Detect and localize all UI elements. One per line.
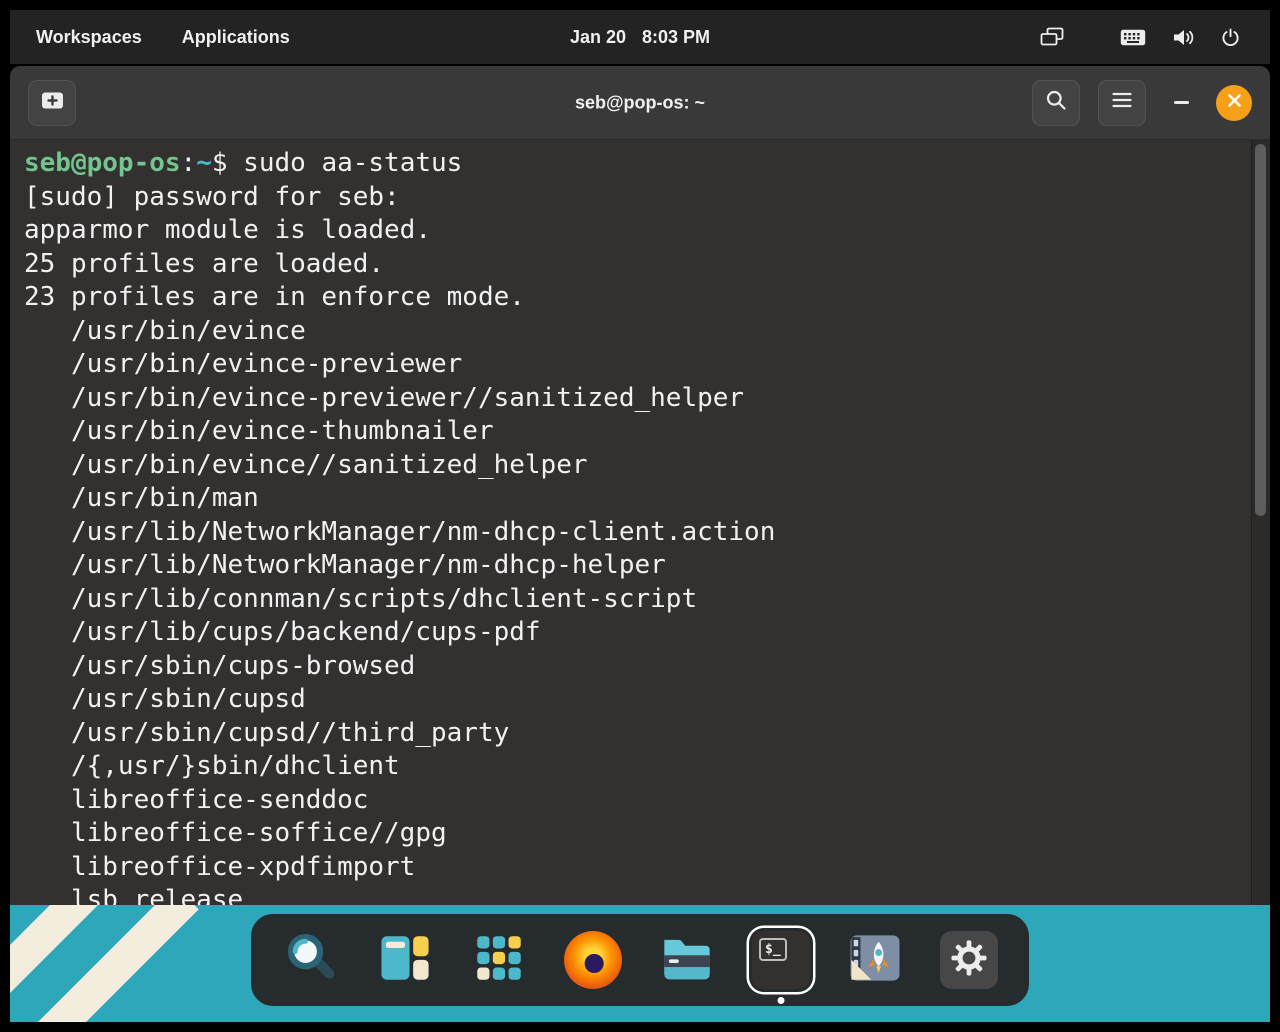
launcher-search-icon (282, 929, 340, 992)
top-panel: Workspaces Applications Jan 20 8:03 PM (10, 10, 1270, 64)
search-icon (1045, 89, 1067, 116)
dock-item-applications[interactable] (467, 928, 531, 992)
clock-time: 8:03 PM (642, 27, 710, 48)
gear-icon (950, 939, 988, 982)
prompt-user-host: seb@pop-os (24, 148, 181, 178)
applications-menu[interactable]: Applications (182, 27, 290, 48)
dock-item-terminal[interactable]: $_ (749, 928, 813, 992)
workspaces-icon (376, 929, 434, 992)
firefox-icon (564, 931, 622, 989)
dock-item-settings[interactable] (937, 928, 1001, 992)
minimize-icon (1174, 101, 1189, 104)
dock-item-files[interactable] (655, 928, 719, 992)
dock-item-workspaces[interactable] (373, 928, 437, 992)
typed-command: sudo aa-status (243, 148, 462, 178)
power-icon[interactable] (1221, 28, 1240, 47)
terminal-content-area[interactable]: seb@pop-os:~$ sudo aa-status [sudo] pass… (10, 140, 1270, 905)
terminal-window: seb@pop-os: ~ (10, 66, 1270, 905)
clock-date: Jan 20 (570, 27, 626, 48)
clock[interactable]: Jan 20 8:03 PM (570, 27, 710, 48)
minimize-button[interactable] (1164, 80, 1198, 126)
terminal-scrollbar[interactable] (1251, 140, 1270, 905)
prompt-path: ~ (196, 148, 212, 178)
new-tab-button[interactable] (28, 80, 76, 126)
system-status-area[interactable] (1040, 27, 1270, 47)
settings-tile (940, 931, 998, 989)
dock-item-firefox[interactable] (561, 928, 625, 992)
dock: $_ (251, 914, 1029, 1006)
top-panel-left: Workspaces Applications (10, 27, 290, 48)
close-icon (1227, 93, 1242, 113)
titlebar-controls (1032, 66, 1252, 139)
window-switcher-icon[interactable] (1040, 27, 1064, 47)
dock-item-launcher[interactable] (279, 928, 343, 992)
hamburger-menu-icon (1112, 92, 1132, 113)
terminal-titlebar[interactable]: seb@pop-os: ~ (10, 66, 1270, 140)
window-title: seb@pop-os: ~ (575, 92, 705, 113)
close-button[interactable] (1216, 85, 1252, 121)
dock-item-videos[interactable] (843, 928, 907, 992)
desktop-wallpaper: $_ (10, 905, 1270, 1022)
volume-icon[interactable] (1172, 28, 1195, 47)
videos-icon (846, 929, 904, 992)
desktop-screen: Workspaces Applications Jan 20 8:03 PM (0, 0, 1280, 1032)
running-indicator-dot (778, 997, 785, 1004)
files-icon (658, 929, 716, 992)
prompt-separator: : (181, 148, 197, 178)
command-output: [sudo] password for seb: apparmor module… (24, 182, 775, 906)
new-tab-icon (41, 90, 64, 116)
keyboard-icon[interactable] (1120, 29, 1146, 46)
terminal-icon: $_ (752, 931, 810, 989)
workspaces-menu[interactable]: Workspaces (36, 27, 142, 48)
search-button[interactable] (1032, 80, 1080, 126)
prompt-symbol: $ (212, 148, 243, 178)
scrollbar-thumb[interactable] (1255, 144, 1266, 516)
applications-grid-icon (470, 929, 528, 992)
terminal-prompt-glyph: $_ (759, 938, 787, 961)
menu-button[interactable] (1098, 80, 1146, 126)
terminal-text: seb@pop-os:~$ sudo aa-status [sudo] pass… (10, 140, 1270, 905)
